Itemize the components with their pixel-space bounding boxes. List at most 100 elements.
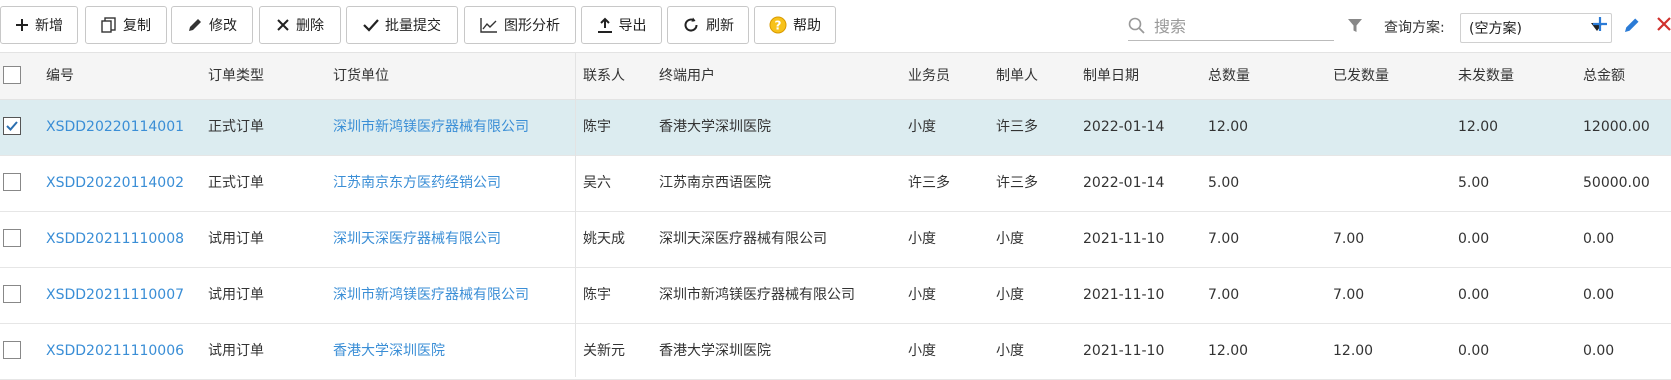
refresh-button[interactable]: 刷新 <box>667 6 749 44</box>
row-checkbox[interactable] <box>3 173 21 191</box>
header-date[interactable]: 制单日期 <box>1083 53 1139 99</box>
query-scheme-value: (空方案) <box>1469 21 1522 37</box>
toolbar: 新增 复制 修改 删除 批量提交 图形分析 导出 刷新 ? 帮助 查询方案: (… <box>0 0 1671 52</box>
header-total-amount[interactable]: 总金额 <box>1583 53 1625 99</box>
row-shipped-qty: 7.00 <box>1333 287 1365 303</box>
header-unshipped-qty[interactable]: 未发数量 <box>1458 53 1514 99</box>
row-total-amount: 50000.00 <box>1583 175 1650 191</box>
header-maker[interactable]: 制单人 <box>996 53 1038 99</box>
x-icon <box>277 19 289 31</box>
table-row[interactable]: XSDD20211110007 试用订单 深圳市新鸿镁医疗器械有限公司 陈宇 深圳市新鸿… <box>0 268 1671 324</box>
batch-submit-label: 批量提交 <box>385 18 441 34</box>
row-order-type: 正式订单 <box>208 119 264 135</box>
add-button-label: 新增 <box>35 18 63 34</box>
table-body: XSDD20220114001 正式订单 深圳市新鸿镁医疗器械有限公司 陈宇 香港大学深… <box>0 100 1671 380</box>
row-total-amount: 12000.00 <box>1583 119 1650 135</box>
row-total-qty: 12.00 <box>1208 119 1249 135</box>
delete-button[interactable]: 删除 <box>259 6 341 44</box>
row-date: 2022-01-14 <box>1083 119 1165 135</box>
row-order-id[interactable]: XSDD20220114001 <box>46 100 184 155</box>
row-unshipped-qty: 5.00 <box>1458 175 1490 191</box>
row-end-user: 江苏南京西语医院 <box>659 175 771 191</box>
row-salesman: 小度 <box>908 231 936 247</box>
checkmark-icon <box>6 121 18 131</box>
header-order-id[interactable]: 编号 <box>46 53 74 99</box>
header-end-user[interactable]: 终端用户 <box>659 53 715 99</box>
row-maker: 小度 <box>996 287 1024 303</box>
header-contact[interactable]: 联系人 <box>583 53 625 99</box>
row-end-user: 深圳市新鸿镁医疗器械有限公司 <box>659 287 855 303</box>
header-order-unit[interactable]: 订货单位 <box>333 53 389 99</box>
refresh-icon <box>684 17 698 32</box>
table-row[interactable]: XSDD20220114002 正式订单 江苏南京东方医药经销公司 吴六 江苏南京西语医… <box>0 156 1671 212</box>
header-order-type[interactable]: 订单类型 <box>208 53 264 99</box>
row-order-type: 试用订单 <box>208 287 264 303</box>
filter-icon[interactable] <box>1347 18 1363 34</box>
chart-icon <box>480 18 497 33</box>
row-order-unit[interactable]: 深圳市新鸿镁医疗器械有限公司 <box>333 268 529 323</box>
row-order-unit[interactable]: 深圳市新鸿镁医疗器械有限公司 <box>333 100 529 155</box>
batch-submit-button[interactable]: 批量提交 <box>346 6 458 44</box>
row-total-qty: 7.00 <box>1208 231 1240 247</box>
header-total-qty[interactable]: 总数量 <box>1208 53 1250 99</box>
upload-icon <box>597 17 612 33</box>
row-order-type: 试用订单 <box>208 231 264 247</box>
add-scheme-icon[interactable] <box>1592 16 1608 32</box>
row-end-user: 香港大学深圳医院 <box>659 343 771 359</box>
copy-button[interactable]: 复制 <box>85 6 167 44</box>
delete-button-label: 删除 <box>296 18 324 34</box>
table-row[interactable]: XSDD20220114001 正式订单 深圳市新鸿镁医疗器械有限公司 陈宇 香港大学深… <box>0 100 1671 156</box>
row-checkbox[interactable] <box>3 341 21 359</box>
row-total-qty: 5.00 <box>1208 175 1240 191</box>
delete-scheme-icon[interactable] <box>1657 16 1671 32</box>
row-checkbox[interactable] <box>3 229 21 247</box>
table-row[interactable]: XSDD20211110006 试用订单 香港大学深圳医院 关新元 香港大学深圳医院 小度… <box>0 324 1671 380</box>
row-contact: 关新元 <box>583 343 625 359</box>
row-contact: 姚天成 <box>583 231 625 247</box>
row-total-amount: 0.00 <box>1583 343 1615 359</box>
plus-icon <box>16 19 28 31</box>
edit-scheme-icon[interactable] <box>1623 16 1641 34</box>
row-total-amount: 0.00 <box>1583 287 1615 303</box>
row-unshipped-qty: 0.00 <box>1458 231 1490 247</box>
export-button[interactable]: 导出 <box>581 6 662 44</box>
row-order-id[interactable]: XSDD20211110007 <box>46 268 184 323</box>
row-unshipped-qty: 0.00 <box>1458 343 1490 359</box>
help-button[interactable]: ? 帮助 <box>754 6 836 44</box>
add-button[interactable]: 新增 <box>0 6 78 44</box>
search-box[interactable] <box>1128 12 1334 41</box>
row-salesman: 许三多 <box>908 175 950 191</box>
pencil-icon <box>189 19 201 31</box>
row-order-unit[interactable]: 江苏南京东方医药经销公司 <box>333 156 501 211</box>
check-icon <box>363 19 379 32</box>
chart-analysis-button[interactable]: 图形分析 <box>464 6 576 44</box>
row-order-type: 正式订单 <box>208 175 264 191</box>
row-checkbox[interactable] <box>3 117 21 135</box>
row-end-user: 香港大学深圳医院 <box>659 119 771 135</box>
row-date: 2022-01-14 <box>1083 175 1165 191</box>
row-contact: 陈宇 <box>583 287 611 303</box>
row-order-unit[interactable]: 香港大学深圳医院 <box>333 324 445 379</box>
search-input[interactable] <box>1152 15 1326 37</box>
edit-button[interactable]: 修改 <box>171 6 253 44</box>
help-button-label: 帮助 <box>793 18 821 34</box>
search-icon <box>1128 17 1145 34</box>
row-total-amount: 0.00 <box>1583 231 1615 247</box>
row-order-id[interactable]: XSDD20211110006 <box>46 324 184 379</box>
row-salesman: 小度 <box>908 287 936 303</box>
header-shipped-qty[interactable]: 已发数量 <box>1333 53 1389 99</box>
row-order-id[interactable]: XSDD20220114002 <box>46 156 184 211</box>
column-divider <box>575 52 576 377</box>
header-salesman[interactable]: 业务员 <box>908 53 950 99</box>
row-contact: 陈宇 <box>583 119 611 135</box>
row-date: 2021-11-10 <box>1083 343 1165 359</box>
row-order-unit[interactable]: 深圳天深医疗器械有限公司 <box>333 212 501 267</box>
row-date: 2021-11-10 <box>1083 287 1165 303</box>
row-checkbox[interactable] <box>3 285 21 303</box>
table-row[interactable]: XSDD20211110008 试用订单 深圳天深医疗器械有限公司 姚天成 深圳天深医疗… <box>0 212 1671 268</box>
query-scheme-select[interactable]: (空方案) <box>1460 13 1612 43</box>
select-all-checkbox[interactable] <box>3 66 21 84</box>
export-button-label: 导出 <box>618 18 647 34</box>
chart-analysis-label: 图形分析 <box>504 18 560 34</box>
row-order-id[interactable]: XSDD20211110008 <box>46 212 184 267</box>
